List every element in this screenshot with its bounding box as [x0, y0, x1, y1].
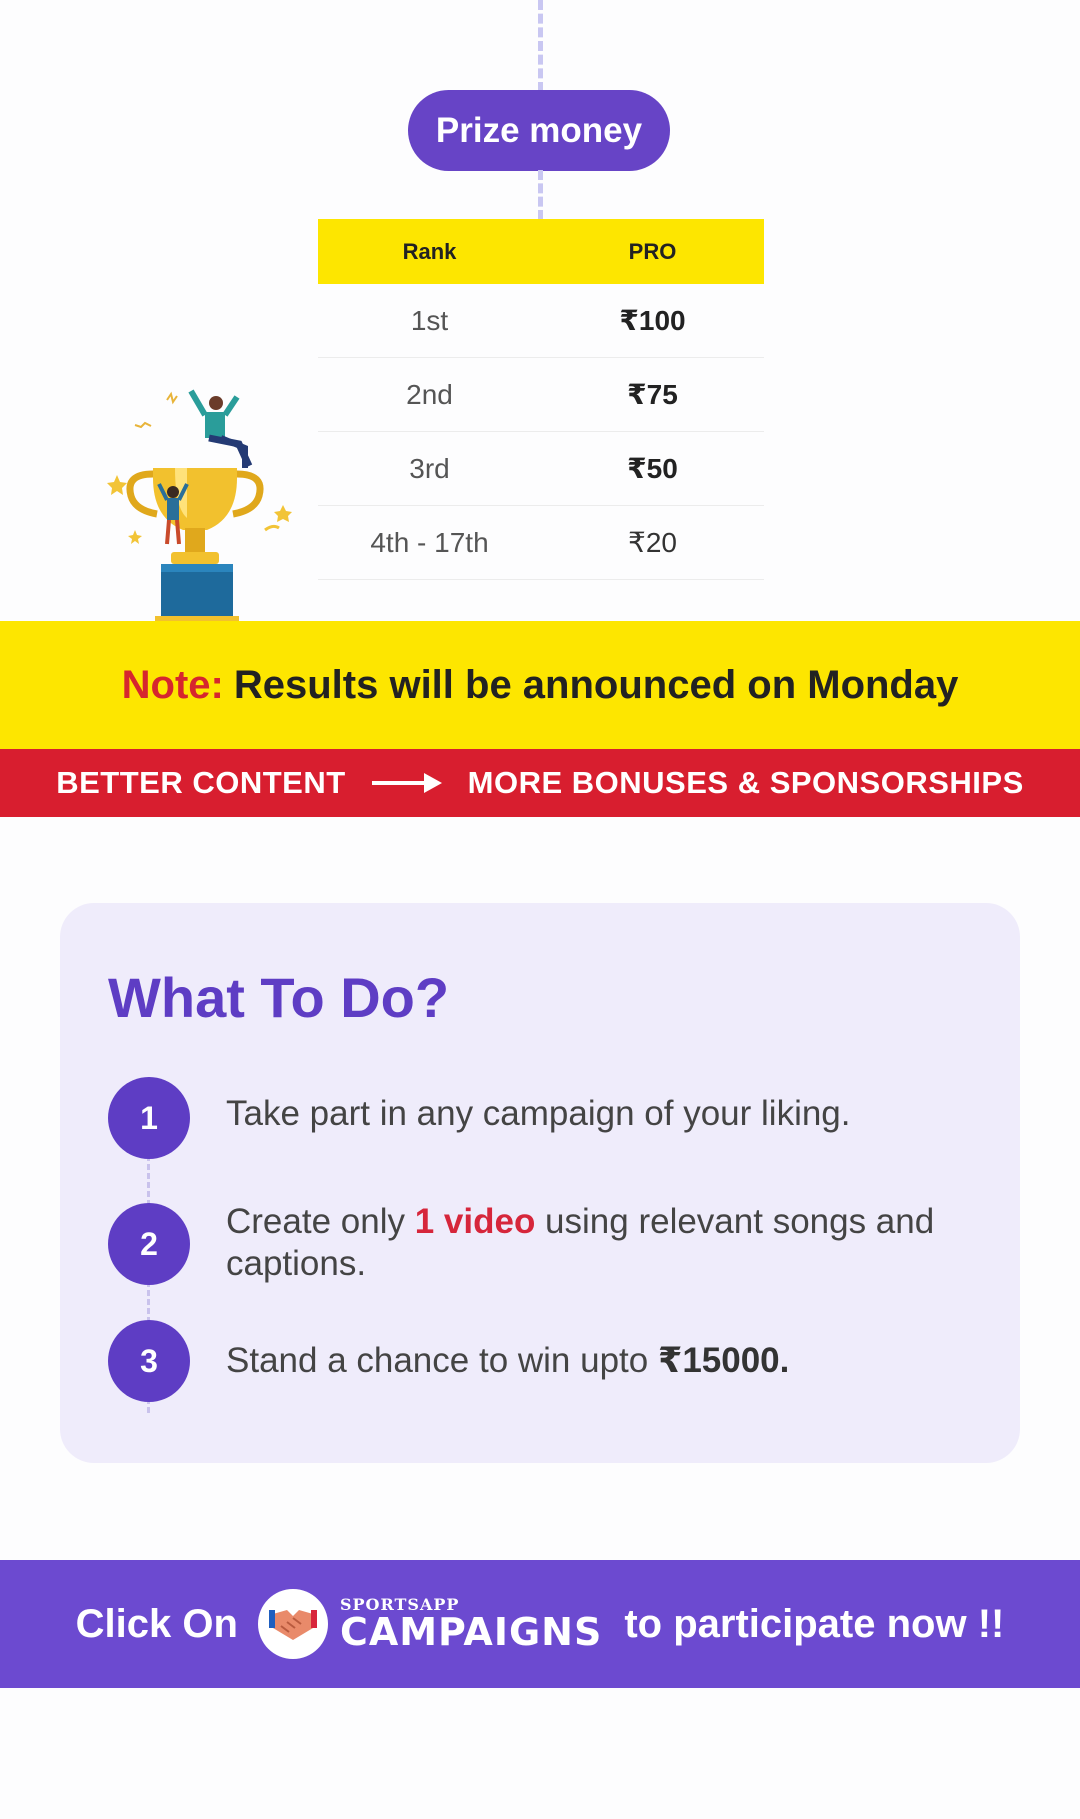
- campaigns-logo-icon[interactable]: [257, 1589, 328, 1659]
- cta-post-text: to participate now !!: [624, 1601, 1005, 1646]
- prize-table-header: Rank PRO: [318, 219, 764, 284]
- step-text: Stand a chance to win upto ₹15000.: [226, 1340, 966, 1382]
- prize-money-pill: Prize money: [408, 90, 670, 171]
- step-text: Take part in any campaign of your liking…: [226, 1094, 851, 1133]
- table-row: 4th - 17th ₹20: [318, 506, 764, 580]
- step-text: Create only 1 video using relevant songs…: [226, 1201, 966, 1285]
- step-1: 1 Take part in any campaign of your liki…: [108, 1077, 988, 1159]
- step-text-pre: Stand a chance to win upto: [226, 1341, 658, 1380]
- step-text-pre: Create only: [226, 1202, 415, 1241]
- page: Prize money Rank PRO 1st ₹100 2nd ₹75 3r…: [0, 0, 1080, 1819]
- step-number: 1: [108, 1077, 190, 1159]
- step-number: 2: [108, 1203, 190, 1285]
- table-row: 3rd ₹50: [318, 432, 764, 506]
- step-3: 3 Stand a chance to win upto ₹15000.: [108, 1320, 988, 1402]
- trophy-illustration-icon: [107, 389, 292, 622]
- amount-cell: ₹100: [619, 305, 686, 336]
- strip-right-text: MORE BONUSES & SPONSORSHIPS: [467, 765, 1024, 800]
- rank-header: Rank: [402, 238, 457, 264]
- step-2: 2 Create only 1 video using relevant son…: [108, 1201, 988, 1285]
- prize-table: Rank PRO 1st ₹100 2nd ₹75 3rd ₹50 4th - …: [318, 219, 764, 580]
- arrow-right-icon: [371, 773, 442, 793]
- note-text: Results will be announced on Monday: [233, 662, 959, 707]
- brand-wordmark[interactable]: SPORTSAPP CAMPAIGNS: [339, 1597, 603, 1654]
- cta-pre-text: Click On: [75, 1601, 238, 1646]
- note-label: Note:: [121, 662, 224, 707]
- card-title: What To Do?: [108, 966, 450, 1029]
- connector-dash: [538, 170, 543, 220]
- rank-cell: 1st: [410, 304, 449, 336]
- what-to-do-card: What To Do? 1 Take part in any campaign …: [60, 903, 1020, 1463]
- table-row: 1st ₹100: [318, 284, 764, 358]
- handshake-icon: [268, 1610, 317, 1640]
- amount-cell: ₹75: [627, 379, 678, 410]
- connector-dash: [538, 0, 543, 92]
- rank-cell: 3rd: [409, 452, 450, 484]
- table-row: 2nd ₹75: [318, 358, 764, 432]
- pro-header: PRO: [628, 238, 677, 264]
- step-number: 3: [108, 1320, 190, 1402]
- participate-cta[interactable]: Click On SPORTSAPP CAMPAIGNS to particip…: [0, 1560, 1080, 1688]
- step-strong: ₹15000.: [657, 1341, 790, 1380]
- amount-cell: ₹20: [628, 527, 677, 558]
- bonus-strip: BETTER CONTENT MORE BONUSES & SPONSORSHI…: [0, 749, 1080, 817]
- rank-cell: 2nd: [406, 378, 453, 410]
- note-banner: Note: Results will be announced on Monda…: [0, 621, 1080, 749]
- amount-cell: ₹50: [627, 453, 678, 484]
- brand-big-text: CAMPAIGNS: [339, 1610, 603, 1654]
- strip-left-text: BETTER CONTENT: [56, 765, 346, 800]
- step-highlight: 1 video: [414, 1202, 536, 1241]
- rank-cell: 4th - 17th: [370, 526, 489, 558]
